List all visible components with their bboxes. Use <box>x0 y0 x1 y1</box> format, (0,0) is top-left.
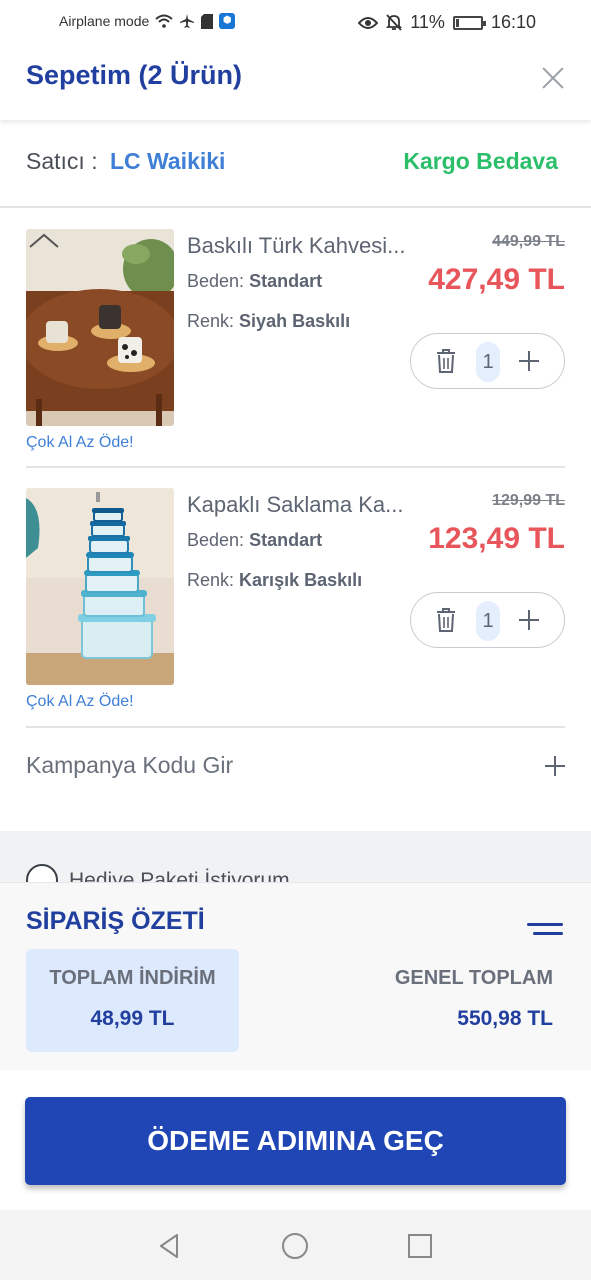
cart-item: Çok Al Az Öde! Baskılı Türk Kahvesi... B… <box>26 229 565 459</box>
old-price: 449,99 TL <box>492 233 565 250</box>
current-price: 123,49 TL <box>428 522 565 555</box>
quantity-value[interactable]: 1 <box>476 342 500 382</box>
order-summary: SİPARİŞ ÖZETİ TOPLAM İNDİRİM 48,99 TL GE… <box>0 882 591 1070</box>
close-icon[interactable] <box>541 66 565 90</box>
plus-icon[interactable] <box>545 756 565 776</box>
airplane-mode-label: Airplane mode <box>59 13 150 29</box>
proceed-to-payment-button[interactable]: ÖDEME ADIMINA GEÇ <box>25 1097 566 1185</box>
collapse-icon[interactable] <box>527 923 563 935</box>
checkout-footer: ÖDEME ADIMINA GEÇ <box>0 1070 591 1210</box>
total-discount-box: TOPLAM İNDİRİM 48,99 TL <box>26 949 239 1052</box>
gift-wrap-label: Hediye Paketi İstiyorum <box>69 869 290 883</box>
seller-name-link[interactable]: LC Waikiki <box>110 148 225 174</box>
trash-icon[interactable] <box>435 348 457 374</box>
battery-icon <box>452 15 486 30</box>
clock: 16:10 <box>490 12 536 32</box>
cart-item: Çok Al Az Öde! Kapaklı Saklama Ka... Bed… <box>26 488 565 718</box>
recents-icon[interactable] <box>406 1232 434 1260</box>
product-image[interactable] <box>26 229 174 426</box>
divider <box>26 726 565 728</box>
cart-header: Sepetim (2 Ürün) <box>0 46 591 120</box>
quantity-stepper: 1 <box>410 592 565 648</box>
eye-icon <box>358 16 379 29</box>
wifi-icon <box>155 14 173 28</box>
summary-title: SİPARİŞ ÖZETİ <box>26 907 205 935</box>
product-image[interactable] <box>26 488 174 685</box>
total-value: 550,98 TL <box>457 1007 553 1030</box>
product-size: Beden: Standart <box>187 530 323 550</box>
battery-percent: 11% <box>410 12 445 32</box>
airplane-icon <box>180 14 195 28</box>
sim-icon <box>201 13 214 29</box>
current-price: 427,49 TL <box>428 263 565 296</box>
bell-off-icon <box>386 14 403 31</box>
gift-wrap-radio[interactable] <box>26 864 58 883</box>
product-color: Renk: Karışık Baskılı <box>187 570 363 590</box>
back-icon[interactable] <box>155 1232 183 1260</box>
seller-label: Satıcı : <box>26 148 98 174</box>
promo-link[interactable]: Çok Al Az Öde! <box>26 434 134 452</box>
product-name[interactable]: Baskılı Türk Kahvesi... <box>187 233 437 259</box>
free-shipping-badge: Kargo Bedava <box>403 148 558 174</box>
quantity-value[interactable]: 1 <box>476 601 500 641</box>
home-icon[interactable] <box>281 1232 309 1260</box>
campaign-code-row[interactable]: Kampanya Kodu Gir <box>0 730 591 802</box>
status-bar: Airplane mode ⬢ 11% 16:10 <box>0 0 591 46</box>
product-name[interactable]: Kapaklı Saklama Ka... <box>187 492 437 518</box>
plus-icon[interactable] <box>518 607 540 633</box>
gift-wrap-row: Hediye Paketi İstiyorum <box>0 831 591 883</box>
trash-icon[interactable] <box>435 607 457 633</box>
system-nav-bar <box>0 1210 591 1280</box>
battery-fill <box>455 18 459 27</box>
page-title: Sepetim (2 Ürün) <box>26 60 243 90</box>
product-size: Beden: Standart <box>187 271 323 291</box>
plus-icon[interactable] <box>518 348 540 374</box>
discount-value: 48,99 TL <box>90 1007 175 1030</box>
total-label: GENEL TOPLAM <box>394 967 553 989</box>
product-color: Renk: Siyah Baskılı <box>187 311 351 331</box>
old-price: 129,99 TL <box>492 492 565 509</box>
seller-row: Satıcı : LC Waikiki Kargo Bedava <box>0 120 591 208</box>
discount-label: TOPLAM İNDİRİM <box>49 967 216 989</box>
quantity-stepper: 1 <box>410 333 565 389</box>
promo-link[interactable]: Çok Al Az Öde! <box>26 693 134 711</box>
campaign-code-label: Kampanya Kodu Gir <box>26 752 234 778</box>
shield-app-icon: ⬢ <box>219 13 236 29</box>
divider <box>26 466 565 468</box>
